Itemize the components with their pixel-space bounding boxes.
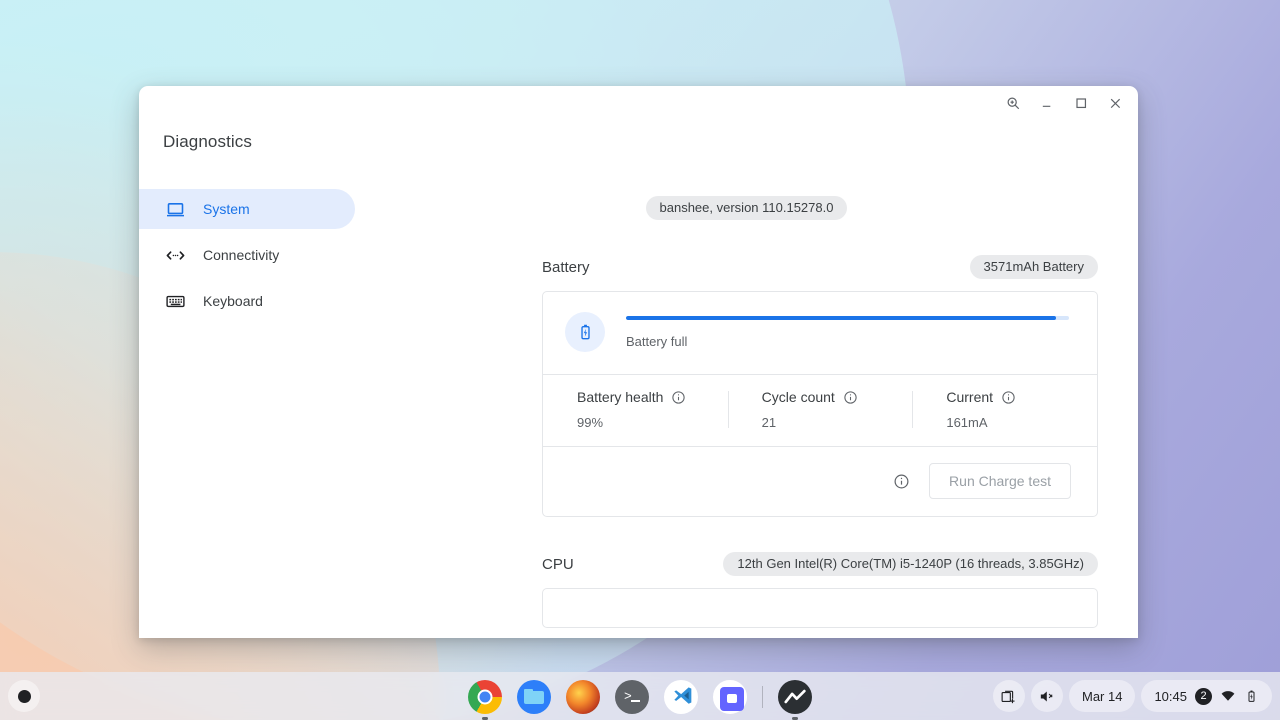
main-content: banshee, version 110.15278.0 Battery 357… (355, 86, 1138, 638)
version-chip: banshee, version 110.15278.0 (645, 196, 848, 220)
desktop: Diagnostics System Connectivity Keyboard… (0, 0, 1280, 720)
firefox-icon[interactable] (566, 680, 600, 714)
battery-section-title: Battery (542, 258, 590, 276)
diagnostics-icon[interactable] (778, 680, 812, 720)
metric-label: Cycle count (761, 389, 835, 405)
wifi-icon (1220, 688, 1236, 704)
laptop-icon (164, 198, 186, 220)
battery-capacity-chip: 3571mAh Battery (969, 255, 1098, 279)
battery-charging-icon (1244, 689, 1259, 704)
sidebar-item-keyboard[interactable]: Keyboard (139, 281, 355, 321)
info-icon[interactable] (1001, 390, 1016, 405)
metric-value: 21 (761, 415, 777, 430)
battery-progress-block: Battery full (626, 315, 1069, 349)
info-icon[interactable] (843, 390, 858, 405)
sidebar-item-label: System (203, 201, 250, 217)
sidebar-item-label: Connectivity (203, 247, 280, 263)
info-icon[interactable] (671, 390, 686, 405)
cpu-section-header: CPU 12th Gen Intel(R) Core(TM) i5-1240P … (542, 552, 1098, 576)
volume-muted-icon[interactable] (1030, 680, 1063, 712)
battery-metrics-row: Battery health 99% Cycle count 21 Curren… (543, 375, 1097, 446)
battery-progress-track (626, 315, 1069, 320)
mastodon-icon[interactable] (713, 680, 747, 714)
terminal-icon[interactable]: > (615, 680, 649, 714)
diagnostics-window: Diagnostics System Connectivity Keyboard… (139, 86, 1138, 638)
sidebar-item-label: Keyboard (203, 293, 263, 309)
files-icon[interactable] (517, 680, 551, 714)
new-desk-icon[interactable] (992, 680, 1025, 712)
metric-label: Current (946, 389, 994, 405)
cpu-card (542, 588, 1098, 628)
battery-status-row: Battery full (543, 292, 1097, 374)
sidebar-item-connectivity[interactable]: Connectivity (139, 235, 355, 275)
battery-actions-row: Run Charge test (543, 447, 1097, 516)
metric-current: Current 161mA (912, 389, 1097, 430)
page-title: Diagnostics (163, 132, 252, 151)
version-chip-row: banshee, version 110.15278.0 (355, 196, 1138, 220)
sidebar-item-system[interactable]: System (139, 189, 355, 229)
metric-label: Battery health (577, 389, 664, 405)
date-pill[interactable]: Mar 14 (1068, 680, 1136, 712)
battery-status-text: Battery full (626, 333, 688, 349)
run-charge-test-button[interactable]: Run Charge test (929, 463, 1071, 499)
sidebar-nav: System Connectivity Keyboard (139, 189, 355, 327)
connectivity-arrows-icon (164, 244, 186, 266)
shelf-separator (762, 686, 763, 708)
battery-card: Battery full Battery health 99% Cycle co… (542, 291, 1098, 517)
chrome-icon[interactable] (468, 680, 502, 720)
battery-progress-fill (626, 315, 1056, 320)
shelf: > Mar 14 10:45 2 (0, 672, 1280, 720)
info-icon[interactable] (893, 473, 910, 490)
cpu-model-chip: 12th Gen Intel(R) Core(TM) i5-1240P (16 … (723, 552, 1098, 576)
battery-charging-icon (565, 312, 605, 352)
metric-value: 99% (577, 415, 604, 430)
battery-section-header: Battery 3571mAh Battery (542, 255, 1098, 279)
keyboard-icon (164, 290, 186, 312)
status-area: Mar 14 10:45 2 (992, 679, 1272, 713)
notification-count-badge: 2 (1195, 687, 1212, 705)
date-label: Mar 14 (1081, 688, 1123, 704)
cpu-section-title: CPU (542, 555, 574, 573)
vscode-icon[interactable] (664, 680, 698, 714)
time-label: 10:45 (1154, 688, 1187, 704)
metric-battery-health: Battery health 99% (543, 389, 728, 430)
system-tray[interactable]: 10:45 2 (1141, 680, 1272, 712)
metric-value: 161mA (946, 415, 988, 430)
metric-cycle-count: Cycle count 21 (727, 389, 913, 430)
